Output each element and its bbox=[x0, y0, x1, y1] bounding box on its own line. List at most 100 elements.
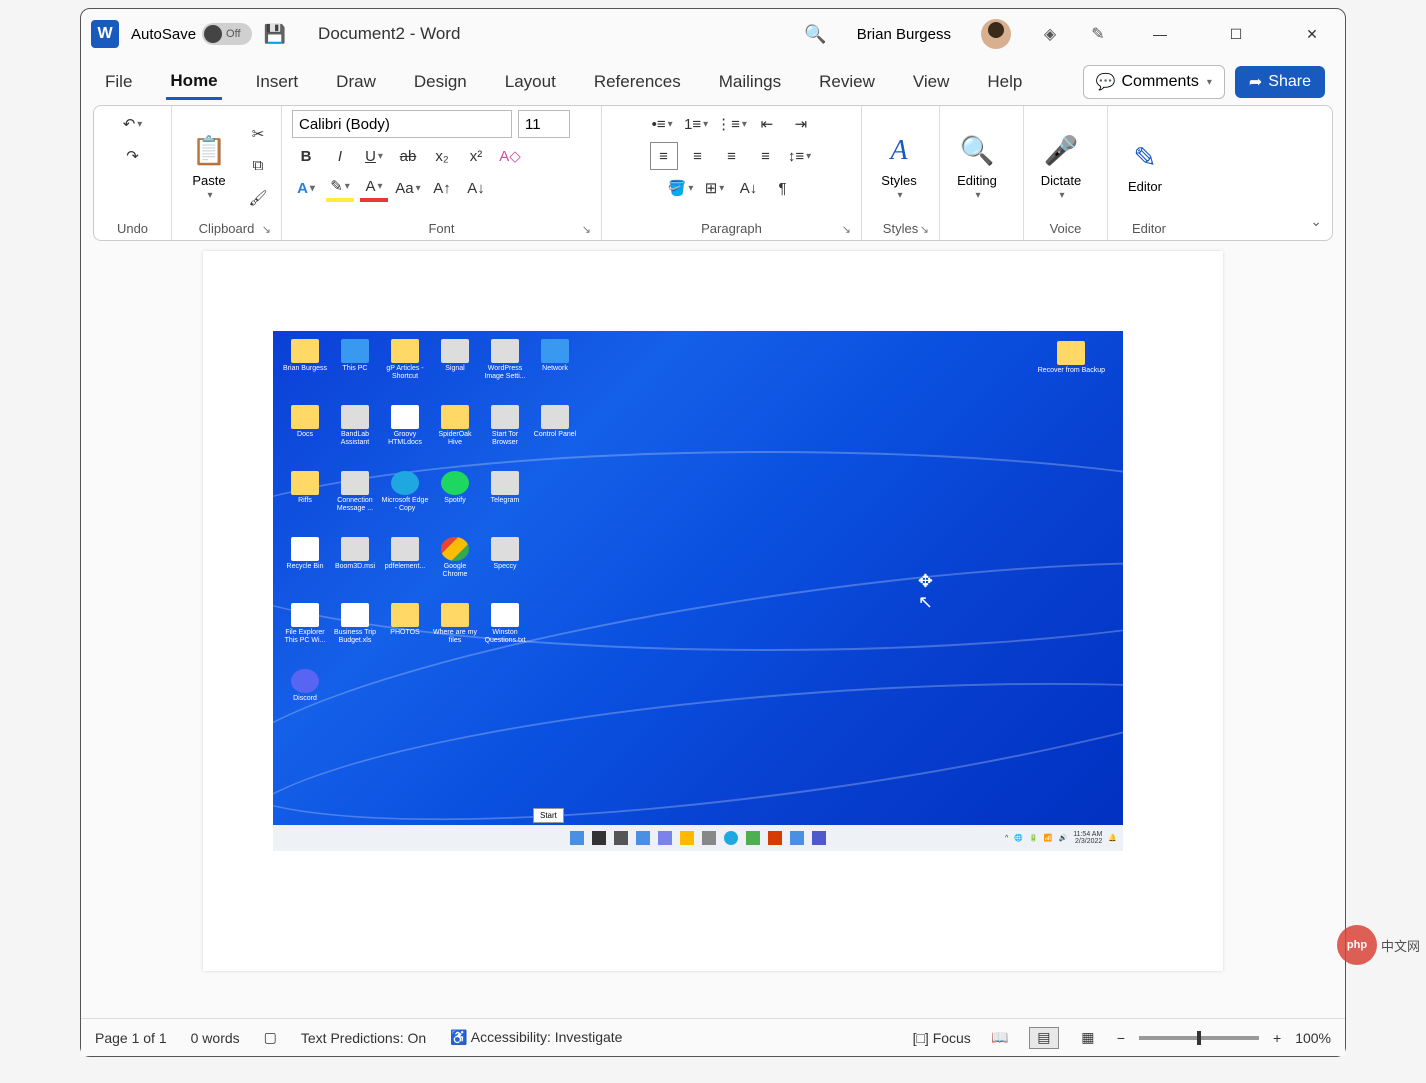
toggle-state: Off bbox=[226, 28, 240, 40]
text-effects-button[interactable]: A▾ bbox=[292, 174, 320, 202]
launcher-icon[interactable]: ↘ bbox=[262, 223, 271, 236]
multilevel-button[interactable]: ⋮≡▾ bbox=[716, 110, 747, 138]
align-right-button[interactable]: ≡ bbox=[718, 142, 746, 170]
line-spacing-button[interactable]: ↕≡▾ bbox=[786, 142, 814, 170]
find-icon: 🔍 bbox=[960, 131, 995, 171]
user-name[interactable]: Brian Burgess bbox=[857, 26, 951, 43]
page-indicator[interactable]: Page 1 of 1 bbox=[95, 1030, 167, 1046]
text-predictions[interactable]: Text Predictions: On bbox=[301, 1030, 426, 1046]
styles-btn-label: Styles bbox=[881, 173, 916, 188]
toggle-track[interactable]: Off bbox=[202, 23, 252, 45]
web-layout-button[interactable]: ▦ bbox=[1073, 1027, 1103, 1049]
bullets-button[interactable]: •≡▾ bbox=[648, 110, 676, 138]
subscript-button[interactable]: x₂ bbox=[428, 142, 456, 170]
page[interactable]: Brian Burgess This PC gP Articles - Shor… bbox=[203, 251, 1223, 971]
numbering-button[interactable]: 1≡▾ bbox=[682, 110, 710, 138]
shading-button[interactable]: 🪣▾ bbox=[667, 174, 695, 202]
collapse-ribbon-icon[interactable]: ⌄ bbox=[1310, 213, 1322, 230]
align-center-button[interactable]: ≡ bbox=[684, 142, 712, 170]
tab-view[interactable]: View bbox=[909, 66, 954, 98]
paste-button[interactable]: 📋 Paste ▾ bbox=[182, 131, 236, 201]
font-name-select[interactable] bbox=[292, 110, 512, 138]
taskbar: ^🌐🔋📶🔊 11:54 AM2/3/2022 🔔 bbox=[273, 825, 1123, 851]
undo-button[interactable]: ↶▾ bbox=[119, 110, 147, 138]
format-painter-button[interactable]: 🖌 bbox=[244, 184, 272, 212]
pen-icon[interactable]: ✎ bbox=[1089, 25, 1107, 43]
search-taskbar-icon bbox=[592, 831, 606, 845]
print-layout-button[interactable]: ▤ bbox=[1029, 1027, 1059, 1049]
decrease-indent-button[interactable]: ⇤ bbox=[753, 110, 781, 138]
copy-button[interactable]: ⧉ bbox=[244, 152, 272, 180]
tab-home[interactable]: Home bbox=[166, 65, 221, 100]
font-size-select[interactable] bbox=[518, 110, 570, 138]
editing-button[interactable]: 🔍 Editing ▾ bbox=[950, 131, 1004, 201]
launcher-icon[interactable]: ↘ bbox=[582, 223, 591, 236]
zoom-out-button[interactable]: − bbox=[1117, 1030, 1125, 1046]
zoom-slider[interactable] bbox=[1139, 1036, 1259, 1040]
editor-btn-label: Editor bbox=[1128, 179, 1162, 194]
bold-button[interactable]: B bbox=[292, 142, 320, 170]
read-mode-button[interactable]: 📖 bbox=[985, 1027, 1015, 1049]
tab-draw[interactable]: Draw bbox=[332, 66, 380, 98]
close-button[interactable]: ✕ bbox=[1289, 18, 1335, 50]
tab-design[interactable]: Design bbox=[410, 66, 471, 98]
redo-button[interactable]: ↷ bbox=[119, 142, 147, 170]
styles-button[interactable]: A Styles ▾ bbox=[872, 131, 926, 201]
cut-button[interactable]: ✂ bbox=[244, 120, 272, 148]
word-app-icon: W bbox=[91, 20, 119, 48]
font-color-button[interactable]: A▾ bbox=[360, 174, 388, 202]
editing-label: Editing bbox=[957, 173, 997, 188]
tab-review[interactable]: Review bbox=[815, 66, 879, 98]
tab-layout[interactable]: Layout bbox=[501, 66, 560, 98]
diamond-icon[interactable]: ◈ bbox=[1041, 25, 1059, 43]
word-count[interactable]: 0 words bbox=[191, 1030, 240, 1046]
tab-references[interactable]: References bbox=[590, 66, 685, 98]
highlight-button[interactable]: ✎▾ bbox=[326, 174, 354, 202]
focus-mode-button[interactable]: [□] Focus bbox=[913, 1030, 971, 1046]
clipboard-icon: 📋 bbox=[192, 131, 227, 171]
share-button[interactable]: ➦ Share bbox=[1235, 66, 1325, 98]
maximize-button[interactable]: ☐ bbox=[1213, 18, 1259, 50]
user-avatar[interactable] bbox=[981, 19, 1011, 49]
comments-button[interactable]: 💬 Comments ▾ bbox=[1083, 65, 1225, 99]
justify-button[interactable]: ≡ bbox=[752, 142, 780, 170]
change-case-button[interactable]: Aa▾ bbox=[394, 174, 422, 202]
launcher-icon[interactable]: ↘ bbox=[920, 223, 929, 236]
search-icon[interactable]: 🔍 bbox=[804, 24, 826, 45]
chevron-down-icon: ▾ bbox=[1207, 77, 1212, 88]
tab-file[interactable]: File bbox=[101, 66, 136, 98]
watermark-badge: php bbox=[1337, 925, 1377, 965]
document-area[interactable]: Brian Burgess This PC gP Articles - Shor… bbox=[81, 241, 1345, 1018]
autosave-toggle[interactable]: AutoSave Off bbox=[131, 23, 252, 45]
inserted-screenshot[interactable]: Brian Burgess This PC gP Articles - Shor… bbox=[273, 331, 1123, 851]
dictate-button[interactable]: 🎤 Dictate ▾ bbox=[1034, 131, 1088, 201]
editor-button[interactable]: ✎ Editor bbox=[1118, 137, 1172, 194]
show-marks-button[interactable]: ¶ bbox=[769, 174, 797, 202]
minimize-button[interactable]: — bbox=[1137, 18, 1183, 50]
borders-button[interactable]: ⊞▾ bbox=[701, 174, 729, 202]
superscript-button[interactable]: x² bbox=[462, 142, 490, 170]
tab-mailings[interactable]: Mailings bbox=[715, 66, 785, 98]
zoom-level[interactable]: 100% bbox=[1295, 1030, 1331, 1046]
tab-insert[interactable]: Insert bbox=[252, 66, 303, 98]
launcher-icon[interactable]: ↘ bbox=[842, 223, 851, 236]
grow-font-button[interactable]: A↑ bbox=[428, 174, 456, 202]
accessibility-status[interactable]: ♿ Accessibility: Investigate bbox=[450, 1029, 622, 1046]
spell-check-icon[interactable]: ▢ bbox=[264, 1029, 277, 1046]
clear-formatting-button[interactable]: A◇ bbox=[496, 142, 524, 170]
app-icon bbox=[790, 831, 804, 845]
underline-button[interactable]: U▾ bbox=[360, 142, 388, 170]
increase-indent-button[interactable]: ⇥ bbox=[787, 110, 815, 138]
widgets-icon bbox=[636, 831, 650, 845]
tab-help[interactable]: Help bbox=[983, 66, 1026, 98]
desktop-icon-right: Recover from Backup bbox=[1038, 341, 1105, 374]
save-icon[interactable]: 💾 bbox=[264, 23, 286, 45]
align-left-button[interactable]: ≡ bbox=[650, 142, 678, 170]
document-title[interactable]: Document2 - Word bbox=[318, 24, 460, 44]
sort-button[interactable]: A↓ bbox=[735, 174, 763, 202]
strikethrough-button[interactable]: ab bbox=[394, 142, 422, 170]
italic-button[interactable]: I bbox=[326, 142, 354, 170]
shrink-font-button[interactable]: A↓ bbox=[462, 174, 490, 202]
zoom-in-button[interactable]: + bbox=[1273, 1030, 1281, 1046]
group-clipboard-label: Clipboard↘ bbox=[182, 221, 271, 238]
